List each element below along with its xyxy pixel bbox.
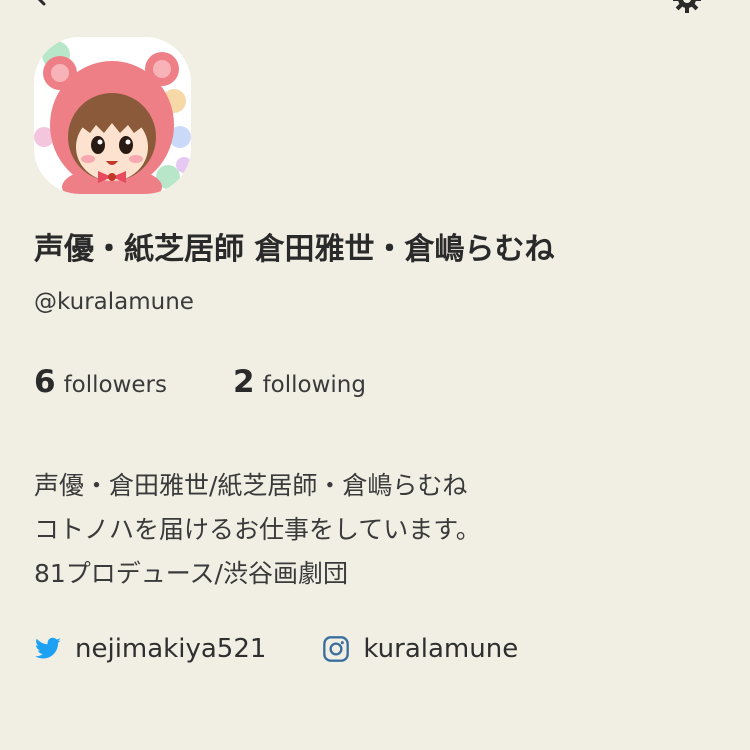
instagram-handle: kuralamune	[363, 634, 519, 664]
bio-line: コトノハを届けるお仕事をしています。	[34, 515, 481, 544]
gear-icon[interactable]	[672, 0, 702, 14]
followers-label: followers	[63, 372, 167, 398]
bio-line: 81プロデュース/渋谷画劇団	[34, 559, 348, 588]
bio-line: 声優・倉田雅世/紙芝居師・倉嶋らむね	[34, 471, 468, 500]
bio: 声優・倉田雅世/紙芝居師・倉嶋らむね コトノハを届けるお仕事をしています。 81…	[34, 464, 481, 596]
twitter-icon	[34, 635, 62, 663]
following-count: 2	[233, 364, 255, 400]
profile-stats: 6 followers 2 following	[34, 364, 366, 400]
instagram-icon	[322, 635, 350, 663]
twitter-handle: nejimakiya521	[75, 634, 267, 664]
back-arrow-icon[interactable]	[30, 0, 50, 6]
avatar-illustration	[34, 37, 191, 194]
display-name: 声優・紙芝居師 倉田雅世・倉嶋らむね	[34, 232, 555, 267]
instagram-link[interactable]: kuralamune	[322, 634, 518, 664]
followers-link[interactable]: 6 followers	[34, 364, 167, 400]
followers-count: 6	[34, 364, 56, 400]
twitter-link[interactable]: nejimakiya521	[34, 634, 266, 664]
following-link[interactable]: 2 following	[233, 364, 366, 400]
social-links: nejimakiya521 kuralamune	[34, 634, 518, 664]
following-label: following	[262, 372, 366, 398]
avatar[interactable]	[34, 37, 191, 194]
username: @kuralamune	[34, 289, 194, 315]
